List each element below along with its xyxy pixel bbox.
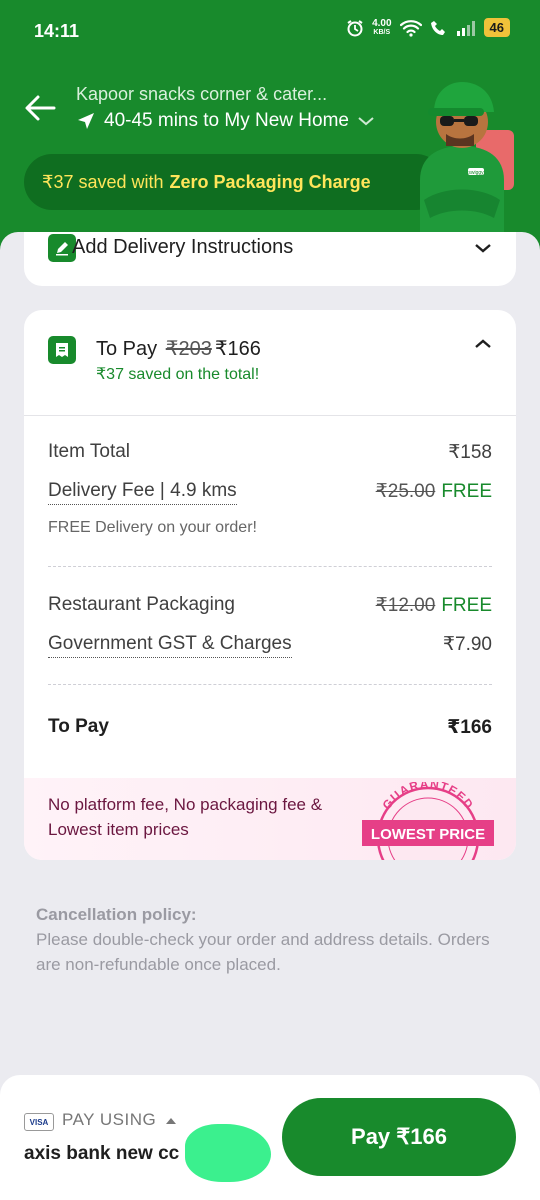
delivery-fee-label[interactable]: Delivery Fee | 4.9 kms [48, 480, 237, 505]
alarm-icon [347, 19, 363, 36]
gst-row: Government GST & Charges ₹7.90 [48, 633, 492, 658]
free-delivery-note: FREE Delivery on your order! [48, 519, 257, 536]
battery-level: 46 [483, 18, 510, 37]
promo-text: No platform fee, No packaging fee & Lowe… [48, 795, 323, 839]
chevron-down-icon[interactable] [474, 242, 492, 254]
call-icon [430, 20, 445, 35]
status-icons: 4.00 KB/S 46 [346, 18, 510, 37]
policy-text: Please double-check your order and addre… [36, 930, 490, 974]
savings-highlight: Zero Packaging Charge [169, 171, 371, 192]
final-total: ₹166 [214, 338, 261, 360]
status-bar: 14:11 4.00 KB/S 46 [0, 0, 540, 62]
savings-amount: ₹37 saved with [42, 171, 164, 192]
bill-summary-header[interactable]: To Pay ₹203 ₹166 ₹37 saved on the total! [24, 310, 516, 416]
selected-payment-method[interactable]: axis bank new cc [24, 1143, 179, 1165]
cancellation-policy: Cancellation policy: Please double-check… [36, 902, 506, 977]
delivery-mascot-icon: swiggy [420, 82, 514, 235]
divider [48, 684, 492, 685]
to-pay-summary: To Pay ₹203 ₹166 [96, 338, 261, 360]
divider [48, 566, 492, 567]
bill-details-card: To Pay ₹203 ₹166 ₹37 saved on the total! … [24, 310, 516, 860]
eta-text: 40-45 mins to My New Home [104, 110, 349, 131]
item-total-row: Item Total ₹158 [48, 441, 492, 463]
header: 14:11 4.00 KB/S 46 Kapoor snacks corner … [0, 0, 540, 260]
eta-address-selector[interactable]: 40-45 mins to My New Home [76, 110, 375, 132]
policy-title: Cancellation policy: [36, 905, 197, 924]
delivery-fee-row: Delivery Fee | 4.9 kms ₹25.00 FREE [48, 480, 492, 505]
status-time: 14:11 [34, 21, 80, 41]
wifi-icon [399, 19, 422, 37]
guaranteed-lowest-price-badge: GUARANTEED LOWEST PRICE [362, 782, 494, 860]
signal-icon [456, 20, 475, 36]
visa-card-icon: VISA [24, 1113, 54, 1131]
svg-text:swiggy: swiggy [468, 170, 484, 176]
pay-using-selector[interactable]: PAY USING [62, 1110, 177, 1130]
savings-banner: ₹37 saved with Zero Packaging Charge [24, 154, 444, 210]
pay-button[interactable]: Pay ₹166 [282, 1098, 516, 1176]
receipt-icon [48, 336, 76, 364]
original-total: ₹203 [165, 338, 212, 360]
svg-text:LOWEST PRICE: LOWEST PRICE [371, 826, 485, 843]
delivery-instructions-label: Add Delivery Instructions [72, 236, 294, 258]
chevron-up-icon[interactable] [474, 338, 492, 350]
gst-label[interactable]: Government GST & Charges [48, 633, 292, 658]
lowest-price-promo: No platform fee, No packaging fee & Lowe… [24, 778, 516, 860]
net-speed: 4.00 KB/S [372, 17, 392, 36]
redaction-mark [185, 1124, 271, 1182]
saved-total-text: ₹37 saved on the total! [96, 366, 260, 383]
packaging-row: Restaurant Packaging ₹12.00 FREE [48, 594, 492, 616]
chevron-down-icon [358, 117, 374, 126]
caret-up-icon [166, 1118, 177, 1124]
back-arrow-icon[interactable] [22, 92, 58, 124]
restaurant-name: Kapoor snacks corner & cater... [76, 84, 328, 104]
navigation-arrow-icon [78, 113, 94, 129]
to-pay-row: To Pay ₹166 [48, 716, 492, 738]
